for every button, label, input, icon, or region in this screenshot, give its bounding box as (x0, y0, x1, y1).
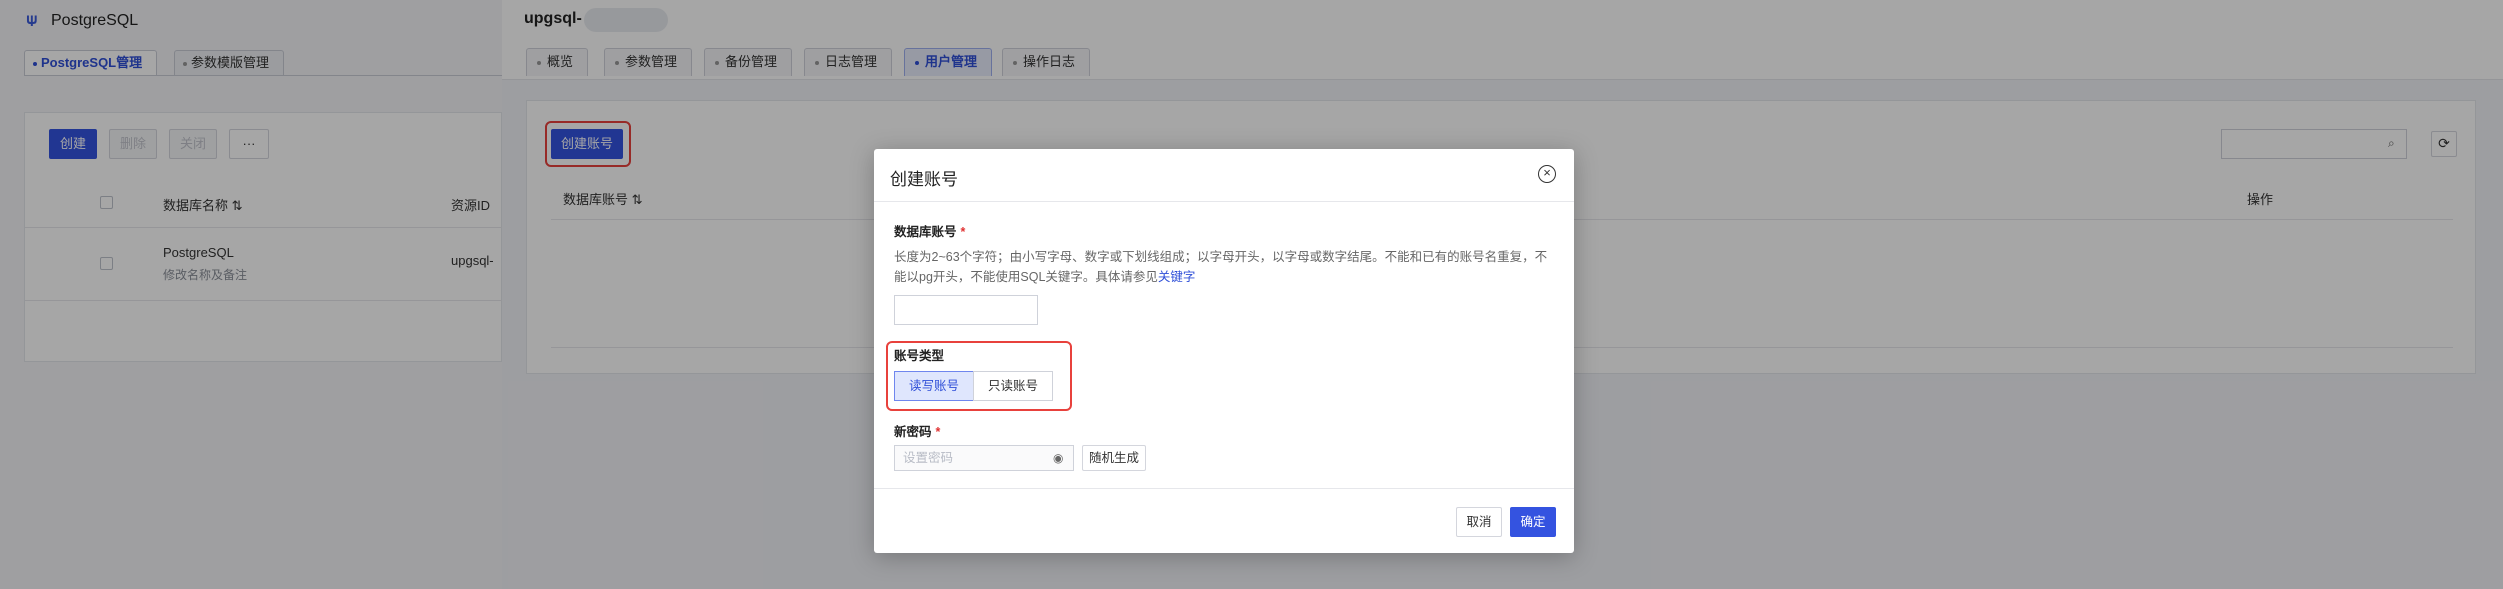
confirm-button[interactable]: 确定 (1510, 507, 1556, 537)
eye-icon[interactable]: ◉ (1053, 446, 1063, 470)
password-field-label: 新密码 * (894, 421, 940, 440)
close-icon[interactable]: × (1538, 165, 1556, 183)
create-account-dialog: 创建账号 × 数据库账号 * 长度为2~63个字符；由小写字母、数字或下划线组成；… (874, 149, 1574, 553)
password-input[interactable]: 设置密码 ◉ (894, 445, 1074, 471)
cancel-button[interactable]: 取消 (1456, 507, 1502, 537)
hint-text: 长度为2~63个字符；由小写字母、数字或下划线组成；以字母开头，以字母或数字结尾… (894, 250, 1548, 284)
required-mark: * (960, 225, 966, 239)
label-text: 数据库账号 (894, 225, 957, 239)
required-mark: * (935, 425, 941, 439)
keyword-link[interactable]: 关键字 (1158, 270, 1196, 284)
account-hint: 长度为2~63个字符；由小写字母、数字或下划线组成；以字母开头，以字母或数字结尾… (894, 247, 1554, 287)
dialog-title: 创建账号 (890, 170, 958, 189)
divider (874, 201, 1574, 202)
highlight-account-type (886, 341, 1072, 411)
account-field-label: 数据库账号 * (894, 221, 965, 240)
password-placeholder: 设置密码 (903, 451, 954, 465)
label-text: 新密码 (894, 425, 932, 439)
random-generate-button[interactable]: 随机生成 (1082, 445, 1146, 471)
account-input[interactable] (894, 295, 1038, 325)
divider (874, 488, 1574, 489)
